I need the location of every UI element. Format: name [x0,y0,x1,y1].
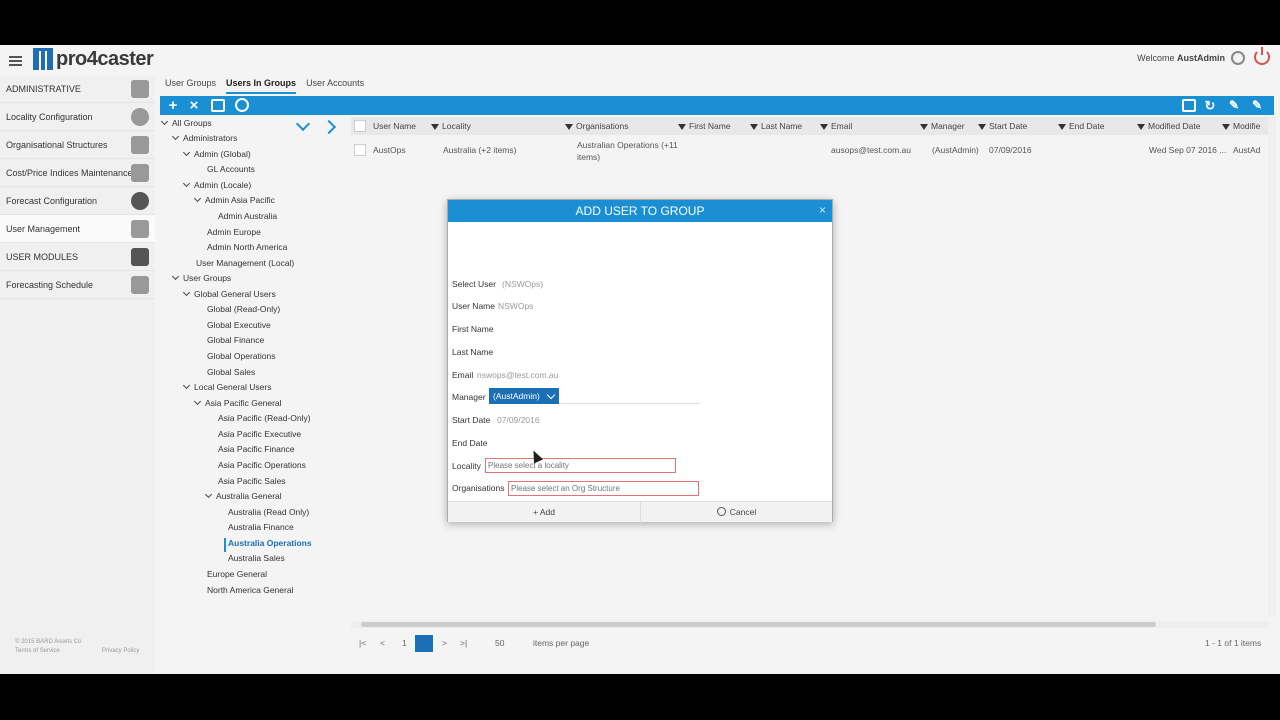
user-name-value: NSWOps [498,301,534,311]
manager-dropdown[interactable]: (AustAdmin) [489,388,559,404]
dialog-title: ADD USER TO GROUP × [448,200,832,222]
start-date-value[interactable]: 07/09/2016 [497,415,540,425]
chevron-down-icon [546,390,556,400]
cancel-icon [716,507,726,516]
user-name-label: User Name [452,301,495,311]
add-button[interactable]: + Add [448,502,641,523]
dialog-title-text: ADD USER TO GROUP [575,204,705,218]
manager-value: (AustAdmin) [493,391,540,401]
start-date-label: Start Date [452,415,491,425]
email-value: nswops@test.com.au [477,370,559,380]
manager-label: Manager [452,392,486,402]
locality-label: Locality [452,461,481,471]
add-user-to-group-dialog: ADD USER TO GROUP × Select User (NSWOps) … [447,199,833,523]
organisations-input[interactable] [508,481,699,496]
cancel-button[interactable]: Cancel [641,502,832,523]
manager-underline [559,403,700,404]
organisations-label: Organisations [452,483,505,493]
dialog-footer: + Add Cancel [448,501,832,523]
close-icon[interactable]: × [819,202,826,218]
cancel-button-label: Cancel [729,507,757,517]
last-name-label: Last Name [452,347,494,357]
app-window: pro4caster Welcome AustAdmin ADMINISTRAT… [0,45,1280,674]
locality-input[interactable] [485,458,676,473]
select-user-value[interactable]: (NSWOps) [502,279,543,289]
first-name-label: First Name [452,324,494,334]
email-label: Email [452,370,474,380]
end-date-label: End Date [452,438,488,448]
select-user-label: Select User [452,279,496,289]
